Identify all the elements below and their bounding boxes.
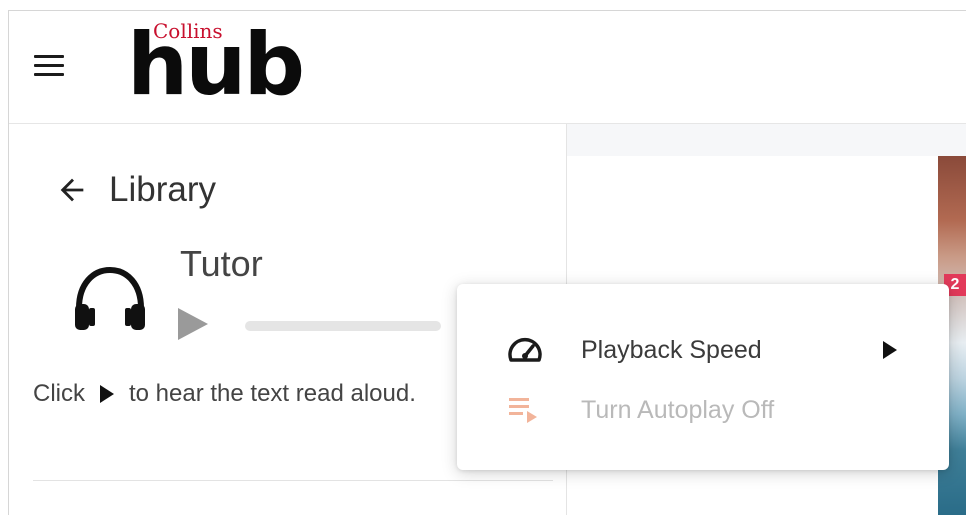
header: hub Collins (9, 11, 966, 124)
divider (33, 480, 553, 481)
audio-track-title: Tutor (180, 243, 263, 284)
menu-item-label: Playback Speed (581, 335, 762, 364)
hint-text-after: to hear the text read aloud. (129, 380, 416, 407)
playlist-play-icon (509, 398, 537, 423)
play-button[interactable] (174, 304, 210, 344)
headphones-icon (75, 266, 145, 330)
hint-text-before: Click (33, 380, 85, 407)
menu-item-playback-speed[interactable]: Playback Speed (457, 322, 949, 378)
menu-item-turn-autoplay-off: Turn Autoplay Off (457, 382, 949, 438)
menu-bar-icon (34, 64, 64, 67)
audio-progress-bar[interactable] (245, 321, 441, 331)
menu-bar-icon (34, 55, 64, 58)
submenu-arrow-icon (883, 341, 897, 359)
play-hint: Click to hear the text read aloud. (33, 380, 416, 408)
menu-bar-icon (34, 73, 64, 76)
audio-options-menu: Playback Speed Turn Autoplay Off (457, 284, 949, 470)
hamburger-menu-button[interactable] (31, 49, 67, 81)
logo-collins-text: Collins (153, 19, 223, 43)
play-triangle-icon (100, 385, 114, 403)
back-to-library-link[interactable]: Library (55, 170, 216, 210)
arrow-left-icon (60, 178, 84, 202)
back-link-label: Library (109, 170, 216, 209)
menu-item-label: Turn Autoplay Off (581, 395, 775, 424)
collins-hub-logo[interactable]: hub Collins (127, 17, 305, 113)
speedometer-icon (508, 337, 542, 362)
